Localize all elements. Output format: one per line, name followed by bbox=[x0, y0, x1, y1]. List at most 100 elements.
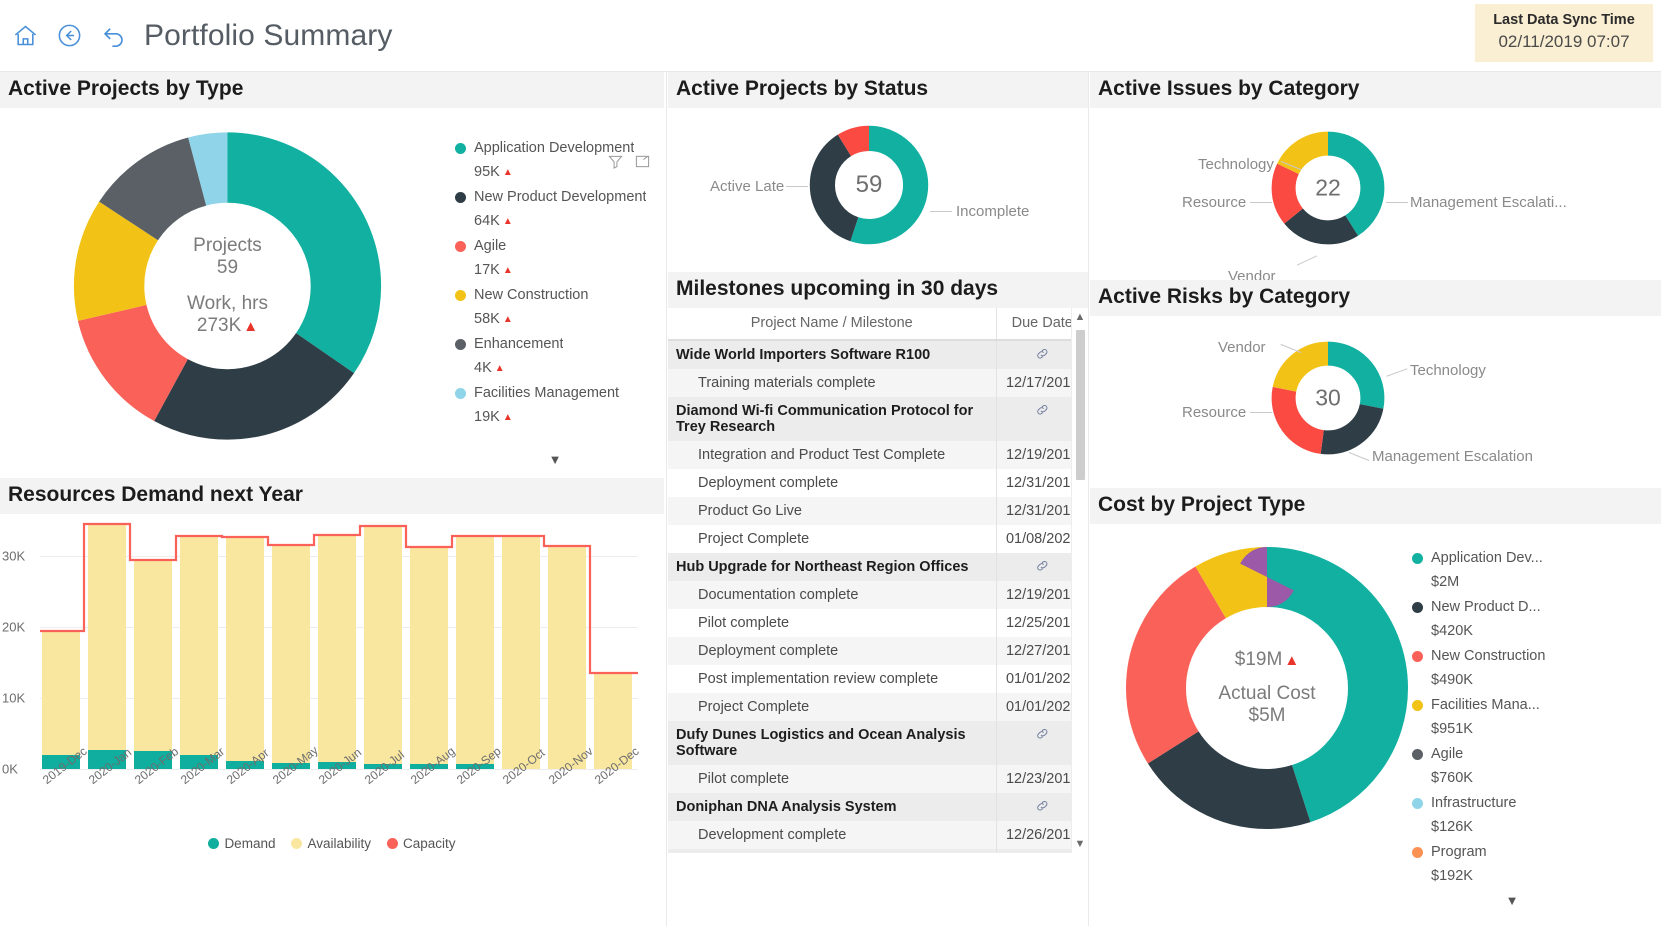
y-axis-tick: 10K bbox=[2, 690, 26, 706]
callout-management-escalation: Management Escalation bbox=[1372, 448, 1533, 465]
legend-label: New Construction bbox=[474, 287, 589, 303]
trend-up-icon: ▲ bbox=[502, 264, 513, 276]
callout-leader-line bbox=[1296, 255, 1318, 266]
panel-active-risks-by-category: Active Risks by Category 30 Vendor Resou… bbox=[1090, 280, 1661, 488]
legend-swatch-icon bbox=[1412, 552, 1423, 564]
legend-item[interactable]: Program bbox=[1412, 840, 1612, 864]
undo-icon[interactable] bbox=[98, 21, 128, 51]
panel-title-risks-by-category: Active Risks by Category bbox=[1090, 280, 1661, 316]
callout-technology: Technology bbox=[1410, 362, 1486, 379]
legend-label: Application Development bbox=[474, 140, 635, 156]
legend-value-row: 17K ▲ bbox=[455, 258, 655, 283]
legend-swatch-icon bbox=[455, 289, 466, 301]
legend-scroll-down-icon[interactable]: ▼ bbox=[1412, 893, 1612, 908]
link-icon bbox=[1035, 403, 1050, 419]
legend-value: $420K bbox=[1431, 623, 1473, 639]
scroll-down-icon[interactable]: ▼ bbox=[1075, 835, 1086, 853]
legend-value: $760K bbox=[1431, 770, 1473, 786]
table-header-row: Project Name / Milestone Due Date bbox=[668, 308, 1088, 341]
issues-by-category-donut[interactable]: 22 bbox=[1268, 128, 1388, 248]
table-row[interactable]: Project Complete 01/01/2020 bbox=[668, 693, 1088, 721]
legend-item-capacity[interactable]: Capacity bbox=[387, 836, 456, 851]
cost-by-project-type-body: $19M ▲ Actual Cost $5M Application Dev..… bbox=[1090, 524, 1661, 908]
column-divider-1 bbox=[666, 72, 667, 926]
legend-scroll-down-icon[interactable]: ▼ bbox=[455, 452, 655, 467]
legend-value-row: 4K ▲ bbox=[455, 356, 655, 381]
legend-value-row: 95K ▲ bbox=[455, 160, 655, 185]
table-row[interactable]: Training materials complete 12/17/2019 bbox=[668, 369, 1088, 397]
legend-value: 19K bbox=[474, 409, 500, 425]
legend-item[interactable]: Infrastructure bbox=[1412, 791, 1612, 815]
table-row[interactable]: Documentation complete 12/19/2019 bbox=[668, 581, 1088, 609]
panel-title-issues-by-category: Active Issues by Category bbox=[1090, 72, 1661, 108]
table-row[interactable]: Post implementation review complete 01/0… bbox=[668, 665, 1088, 693]
projects-by-status-donut[interactable]: 59 bbox=[806, 122, 932, 248]
legend-item[interactable]: Facilities Mana... bbox=[1412, 693, 1612, 717]
trend-up-icon: ▲ bbox=[502, 313, 513, 325]
table-row-group[interactable]: Diamond Wi-fi Communication Protocol for… bbox=[668, 397, 1088, 441]
legend-item-demand[interactable]: Demand bbox=[208, 836, 275, 851]
table-row[interactable]: Pilot complete 12/25/2019 bbox=[668, 609, 1088, 637]
projects-by-status-body: 59 Active Late Incomplete bbox=[668, 108, 1088, 268]
legend-item[interactable]: New Construction bbox=[455, 283, 655, 307]
callout-active-late: Active Late bbox=[710, 178, 785, 195]
scrollbar-thumb[interactable] bbox=[1075, 330, 1085, 480]
legend-value-row: 58K ▲ bbox=[455, 307, 655, 332]
cost-by-project-type-donut[interactable]: $19M ▲ Actual Cost $5M bbox=[1112, 538, 1422, 838]
risks-by-category-donut[interactable]: 30 bbox=[1268, 338, 1388, 458]
table-row[interactable]: Product Go Live 12/31/2019 bbox=[668, 497, 1088, 525]
legend-item[interactable]: New Construction bbox=[1412, 644, 1612, 668]
legend-item[interactable]: New Product D... bbox=[1412, 595, 1612, 619]
back-circle-icon[interactable] bbox=[54, 21, 84, 51]
table-row[interactable]: Project Complete 01/08/2020 bbox=[668, 525, 1088, 553]
projects-by-type-donut[interactable]: Projects 59 Work, hrs 273K ▲ bbox=[60, 126, 395, 446]
legend-swatch-icon bbox=[1412, 797, 1423, 809]
milestones-table-body: Wide World Importers Software R100 Train… bbox=[668, 340, 1088, 853]
scroll-up-icon[interactable]: ▲ bbox=[1075, 308, 1086, 326]
resources-demand-chart[interactable]: 0K 10K 20K 30K 2019-Dec 2020-Jan 2020-Fe… bbox=[0, 514, 664, 859]
legend-label: Enhancement bbox=[474, 336, 564, 352]
table-row-group[interactable]: Dufy Dunes Logistics and Ocean Analysis … bbox=[668, 721, 1088, 765]
legend-item[interactable]: Agile bbox=[1412, 742, 1612, 766]
legend-item[interactable]: Application Development bbox=[455, 136, 655, 160]
legend-swatch-icon bbox=[208, 838, 220, 849]
last-sync-badge: Last Data Sync Time 02/11/2019 07:07 bbox=[1475, 4, 1653, 62]
legend-item[interactable]: Agile bbox=[455, 234, 655, 258]
panel-active-projects-by-type: Active Projects by Type Projects 59 Work… bbox=[0, 72, 664, 478]
legend-item[interactable]: New Product Development bbox=[455, 185, 655, 209]
table-row[interactable]: Deployment complete 12/27/2019 bbox=[668, 637, 1088, 665]
table-row[interactable]: Pilot complete 12/23/2019 bbox=[668, 765, 1088, 793]
legend-item-availability[interactable]: Availability bbox=[291, 836, 371, 851]
table-row[interactable]: Deployment complete 12/31/2019 bbox=[668, 469, 1088, 497]
callout-leader-line bbox=[1250, 202, 1272, 203]
risks-by-category-body: 30 Vendor Resource Technology Management… bbox=[1090, 316, 1661, 488]
milestones-table-scroll[interactable]: Project Name / Milestone Due Date Wide W… bbox=[668, 308, 1088, 853]
table-row[interactable]: Development complete 12/26/2019 bbox=[668, 821, 1088, 849]
legend-value: $126K bbox=[1431, 819, 1473, 835]
cell-project-name: Doniphan DNA Analysis System bbox=[668, 793, 996, 821]
table-row-group[interactable]: Wide World Importers Software R100 bbox=[668, 340, 1088, 369]
table-scrollbar[interactable]: ▲ ▼ bbox=[1071, 308, 1088, 853]
legend-swatch-icon bbox=[1412, 601, 1423, 613]
cell-project-name: Mineral Core Drilling Tool bbox=[668, 849, 996, 853]
legend-label: Program bbox=[1431, 844, 1487, 860]
table-row-group[interactable]: Hub Upgrade for Northeast Region Offices bbox=[668, 553, 1088, 581]
right-column: Active Issues by Category 22 Technology … bbox=[1090, 72, 1661, 908]
table-row-group[interactable]: Doniphan DNA Analysis System bbox=[668, 793, 1088, 821]
legend-label: New Construction bbox=[1431, 648, 1546, 664]
table-row-group[interactable]: Mineral Core Drilling Tool bbox=[668, 849, 1088, 853]
table-row[interactable]: Integration and Product Test Complete 12… bbox=[668, 441, 1088, 469]
cell-milestone-name: Pilot complete bbox=[668, 765, 996, 793]
legend-label: New Product D... bbox=[1431, 599, 1541, 615]
panel-active-projects-by-status: Active Projects by Status 59 Active Late… bbox=[668, 72, 1088, 268]
home-icon[interactable] bbox=[10, 21, 40, 51]
panel-title-projects-by-status: Active Projects by Status bbox=[668, 72, 1088, 108]
column-divider-2 bbox=[1088, 72, 1089, 926]
last-sync-value: 02/11/2019 07:07 bbox=[1498, 32, 1630, 51]
column-header-project-milestone[interactable]: Project Name / Milestone bbox=[668, 308, 997, 341]
panel-title-projects-by-type: Active Projects by Type bbox=[0, 72, 664, 108]
legend-item[interactable]: Application Dev... bbox=[1412, 546, 1612, 570]
legend-item[interactable]: Enhancement bbox=[455, 332, 655, 356]
legend-item[interactable]: Facilities Management bbox=[455, 381, 655, 405]
callout-management-escalation: Management Escalati... bbox=[1410, 194, 1567, 211]
